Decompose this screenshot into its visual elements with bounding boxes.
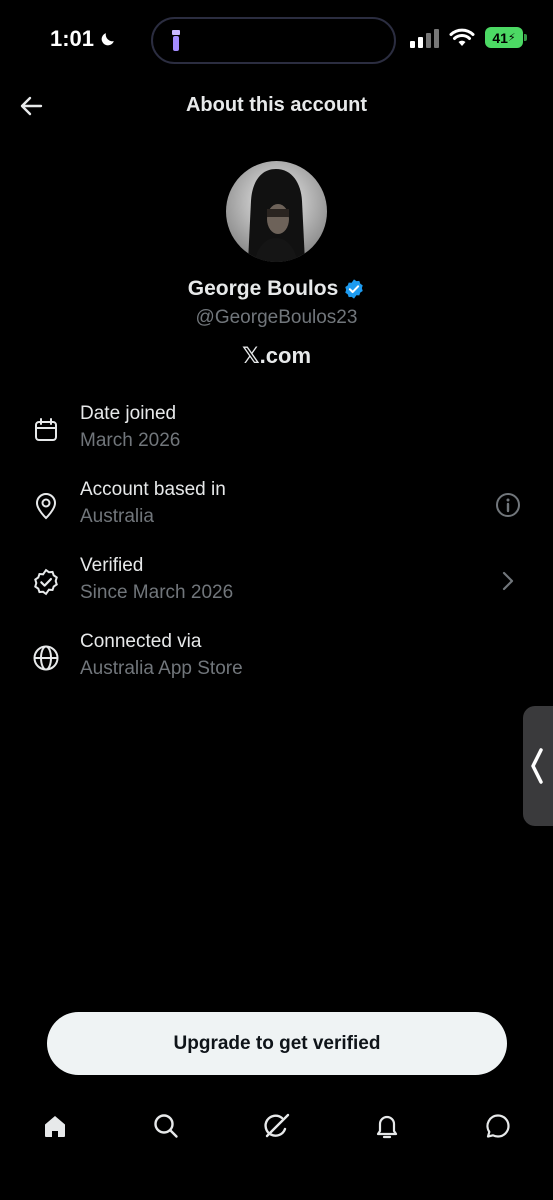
site-label: 𝕏.com <box>241 343 312 368</box>
calendar-icon <box>30 414 62 446</box>
signal-icon <box>410 28 439 48</box>
avatar[interactable] <box>226 161 327 262</box>
verified-badge-outline-icon <box>30 566 62 598</box>
account-location-value: Australia <box>80 506 154 527</box>
location-info-button[interactable] <box>493 490 523 520</box>
nav-grok[interactable] <box>259 1108 295 1144</box>
date-joined-row: Date joined March 2026 <box>30 402 523 458</box>
upgrade-button[interactable]: Upgrade to get verified <box>47 1012 507 1075</box>
battery-level: 41 <box>492 29 508 46</box>
page-title: About this account <box>185 94 368 116</box>
verified-row[interactable]: Verified Since March 2026 <box>30 554 523 610</box>
status-icons: 41 ⚡ <box>410 27 527 48</box>
account-location-label: Account based in <box>80 479 226 500</box>
home-icon <box>45 1116 65 1137</box>
verified-label: Verified <box>80 555 144 576</box>
verified-value: Since March 2026 <box>80 582 234 603</box>
nav-home[interactable] <box>37 1108 73 1144</box>
chevron-right-icon <box>502 571 514 591</box>
flashlight-icon <box>172 30 180 51</box>
verified-chevron[interactable] <box>493 566 523 596</box>
side-drawer-handle[interactable] <box>523 706 553 826</box>
connected-via-label: Connected via <box>80 631 202 652</box>
grok-icon <box>264 1113 290 1138</box>
connected-via-value: Australia App Store <box>80 658 243 679</box>
chat-icon <box>486 1114 510 1138</box>
search-icon <box>154 1114 178 1138</box>
nav-messages[interactable] <box>480 1108 516 1144</box>
wifi-icon <box>449 28 475 46</box>
bell-icon <box>376 1115 398 1139</box>
time-text: 1:01 <box>50 26 95 51</box>
bottom-nav <box>0 1108 553 1148</box>
nav-notifications[interactable] <box>369 1108 405 1144</box>
account-location-row: Account based in Australia <box>30 478 523 534</box>
dynamic-island <box>151 17 396 64</box>
status-time: 1:01 <box>50 26 118 52</box>
date-joined-value: March 2026 <box>80 430 181 451</box>
globe-icon <box>30 642 62 674</box>
date-joined-label: Date joined <box>80 403 177 424</box>
moon-icon <box>101 33 114 46</box>
chevron-left-icon <box>531 748 543 784</box>
location-pin-icon <box>30 490 62 522</box>
username-handle: @GeorgeBoulos23 <box>195 307 358 328</box>
connected-via-row: Connected via Australia App Store <box>30 630 523 686</box>
battery-charging-icon: 41 ⚡ <box>485 27 527 48</box>
verified-badge-icon <box>345 279 363 299</box>
nav-search[interactable] <box>148 1108 184 1144</box>
info-circle-icon <box>496 493 520 517</box>
name-row: George Boulos <box>0 277 553 301</box>
display-name: George Boulos <box>187 277 339 300</box>
